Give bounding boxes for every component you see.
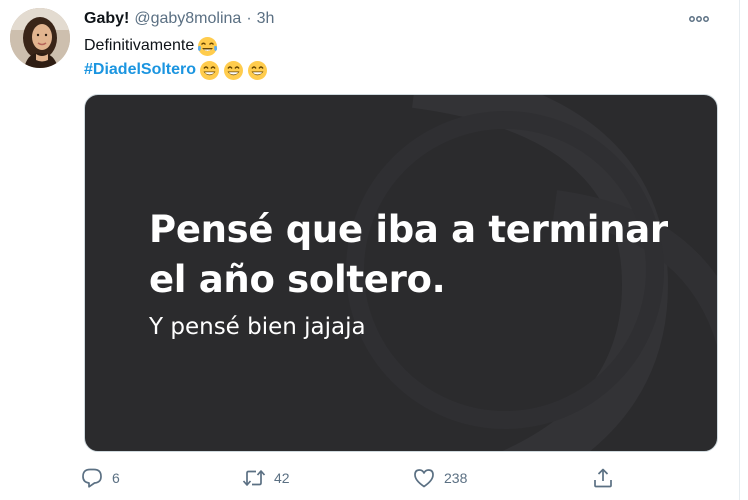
media-subline: Y pensé bien jajaja [149, 314, 366, 340]
tweet-text-line1: Definitivamente [84, 35, 218, 57]
like-count: 238 [444, 470, 468, 486]
tweet-header: Gaby! @gaby8molina · 3h [84, 9, 274, 29]
author-handle[interactable]: @gaby8molina [134, 10, 241, 28]
tweet-timestamp[interactable]: 3h [257, 10, 275, 28]
face-with-tears-of-joy-icon [197, 36, 218, 57]
avatar[interactable] [10, 8, 70, 68]
tweet-media-image[interactable]: Pensé que iba a terminar el año soltero.… [84, 94, 718, 452]
tweet-text-line2: #DiadelSoltero [84, 59, 268, 81]
separator-dot: · [246, 10, 252, 27]
retweet-count: 42 [274, 470, 290, 486]
more-horizontal-icon [689, 10, 709, 28]
grinning-face-with-smiling-eyes-icon [223, 60, 244, 81]
media-headline-line2: el año soltero. [149, 258, 446, 301]
author-name[interactable]: Gaby! [84, 10, 129, 28]
heart-icon [406, 460, 442, 496]
grinning-face-with-smiling-eyes-icon [199, 60, 220, 81]
grinning-face-with-smiling-eyes-icon [247, 60, 268, 81]
share-icon [585, 460, 621, 496]
reply-button[interactable]: 6 [74, 460, 120, 496]
tweet-actions: 6 42 238 [0, 460, 740, 496]
media-headline-line1: Pensé que iba a terminar [149, 208, 668, 251]
share-button[interactable] [585, 460, 621, 496]
retweet-button[interactable]: 42 [236, 460, 290, 496]
hashtag-link[interactable]: #DiadelSoltero [84, 61, 196, 79]
tweet-card[interactable]: Gaby! @gaby8molina · 3h Definitivamente [0, 0, 740, 500]
tweet-text: Definitivamente [84, 37, 195, 54]
reply-icon [74, 460, 110, 496]
media-headline: Pensé que iba a terminar el año soltero. [149, 205, 668, 305]
like-button[interactable]: 238 [406, 460, 467, 496]
more-options-button[interactable] [687, 9, 711, 29]
reply-count: 6 [112, 470, 120, 486]
retweet-icon [236, 460, 272, 496]
